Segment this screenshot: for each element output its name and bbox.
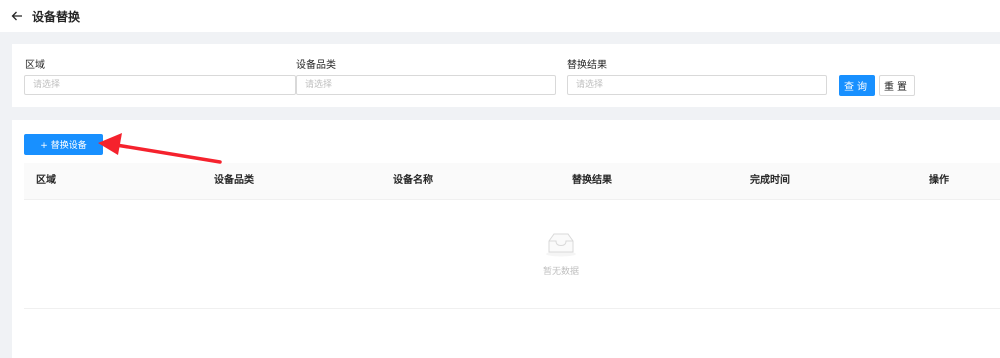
column-header-complete-time: 完成时间 [750, 175, 790, 186]
column-header-actions: 操作 [929, 175, 949, 186]
empty-text: 暂无数据 [542, 267, 579, 277]
empty-inbox-icon [544, 231, 578, 257]
table-bottom-border [24, 308, 1000, 309]
arrow-left-icon[interactable] [10, 9, 24, 23]
category-label: 设备品类 [296, 60, 336, 71]
add-replacement-button[interactable]: + 替换设备 [24, 134, 103, 155]
table-header: 区域 设备品类 设备名称 替换结果 完成时间 操作 [24, 163, 1000, 200]
filter-panel: 区域 请选择 设备品类 请选择 替换结果 请选择 查询 重置 [12, 44, 1000, 107]
table-panel: + 替换设备 区域 设备品类 设备名称 替换结果 完成时间 操作 暂无数据 [12, 120, 1000, 358]
result-label: 替换结果 [567, 60, 607, 71]
column-header-device-name: 设备名称 [393, 175, 433, 186]
query-button[interactable]: 查询 [839, 75, 875, 96]
result-select[interactable]: 请选择 [567, 75, 827, 95]
page-title: 设备替换 [32, 9, 81, 24]
top-bar: 设备替换 [0, 0, 1000, 32]
category-select[interactable]: 请选择 [296, 75, 556, 95]
column-header-region: 区域 [36, 175, 56, 186]
column-header-result: 替换结果 [572, 175, 612, 186]
region-label: 区域 [25, 60, 45, 71]
reset-button[interactable]: 重置 [879, 75, 915, 96]
region-select[interactable]: 请选择 [24, 75, 296, 95]
column-header-category: 设备品类 [214, 175, 254, 186]
